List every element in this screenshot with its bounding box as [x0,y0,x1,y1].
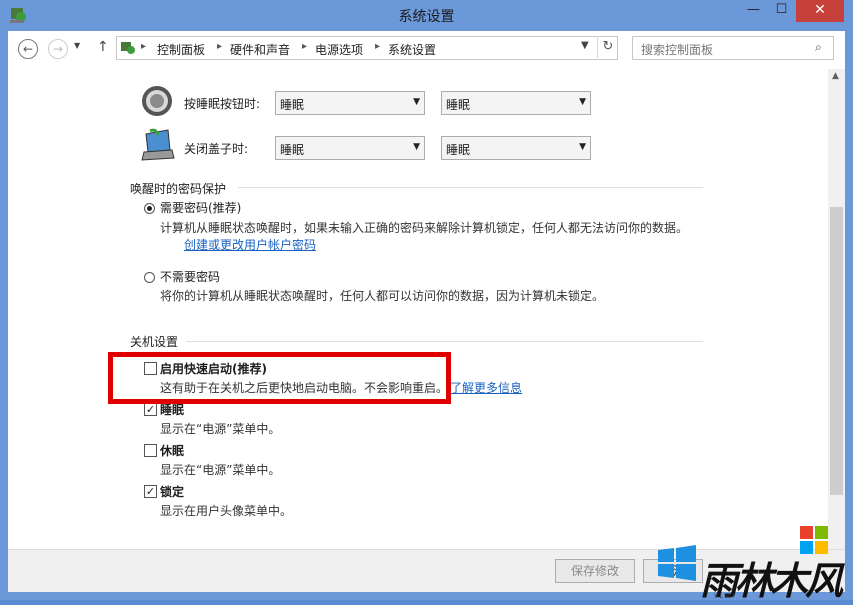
maximize-button[interactable]: ☐ [768,0,795,22]
window-frame: ← → ▼ ↑ ▸ 控制面板 ▸ 硬件和声音 ▸ 电源选项 ▸ 系统设置 ▼ ↻… [8,31,845,592]
address-dropdown-icon[interactable]: ▼ [581,40,589,51]
title-bar[interactable]: 系统设置 — ☐ ✕ [0,0,853,30]
search-box[interactable]: 搜索控制面板 ⌕ [632,36,834,60]
lock-menu-label[interactable]: 锁定 [160,483,184,500]
hibernate-menu-desc: 显示在“电源”菜单中。 [160,463,281,477]
refresh-icon[interactable]: ↻ [597,36,618,58]
address-bar[interactable]: ▸ 控制面板 ▸ 硬件和声音 ▸ 电源选项 ▸ 系统设置 ▼ ↻ [116,36,618,60]
fast-startup-highlight-box [108,352,451,404]
laptop-lid-icon [141,128,175,161]
watermark-logo: 雨林木风 YLMF [652,520,853,603]
watermark-subtext: YLMF [714,593,738,600]
window-title: 系统设置 [398,9,455,25]
sleep-menu-desc: 显示在“电源”菜单中。 [160,422,281,436]
control-panel-icon [121,42,135,54]
sleep-button-icon [142,86,172,116]
breadcrumb-separator-icon: ▸ [217,41,223,52]
select-value: 睡眠 [446,98,471,112]
require-password-desc: 计算机从睡眠状态唤醒时，如果未输入正确的密码来解除计算机锁定，任何人都无法访问你… [160,221,689,235]
forward-button[interactable]: → [48,39,68,59]
breadcrumb-separator-icon: ▸ [302,41,308,52]
no-password-label[interactable]: 不需要密码 [160,268,220,285]
select-value: 睡眠 [280,98,305,112]
close-button[interactable]: ✕ [796,0,844,22]
save-changes-button[interactable]: 保存修改 [555,559,635,583]
lock-menu-desc: 显示在用户头像菜单中。 [160,504,293,518]
select-value: 睡眠 [280,143,305,157]
minimize-button[interactable]: — [740,0,767,22]
section-divider [238,187,703,188]
shutdown-section-title: 关机设置 [130,335,179,349]
close-lid-label: 关闭盖子时: [184,142,249,156]
select-value: 睡眠 [446,143,471,157]
close-lid-plugged-select[interactable]: 睡眠 ▼ [441,136,591,160]
sleep-menu-checkbox[interactable]: ✓ [144,403,157,416]
lock-menu-checkbox[interactable]: ✓ [144,485,157,498]
vertical-scrollbar[interactable]: ▲ [828,69,845,549]
no-password-desc: 将你的计算机从睡眠状态唤醒时，任何人都可以访问你的数据，因为计算机未锁定。 [160,289,605,303]
breadcrumb-power-options[interactable]: 电源选项 [315,41,363,58]
breadcrumb-hardware-sound[interactable]: 硬件和声音 [230,41,290,58]
breadcrumb-separator-icon: ▸ [375,41,381,52]
sleep-button-battery-select[interactable]: 睡眠 ▼ [275,91,425,115]
window: 系统设置 — ☐ ✕ ← → ▼ ↑ ▸ 控制面板 ▸ 硬件和声音 ▸ 电源选项… [0,0,853,600]
hibernate-menu-checkbox[interactable] [144,444,157,457]
require-password-label[interactable]: 需要密码(推荐) [160,199,241,216]
close-lid-battery-select[interactable]: 睡眠 ▼ [275,136,425,160]
breadcrumb-control-panel[interactable]: 控制面板 [157,41,205,58]
breadcrumb-system-settings[interactable]: 系统设置 [388,41,436,58]
scroll-thumb[interactable] [830,207,843,495]
up-button[interactable]: ↑ [97,39,109,55]
sleep-button-label: 按睡眠按钮时: [184,97,261,111]
back-button[interactable]: ← [18,39,38,59]
chevron-down-icon: ▼ [579,97,586,107]
require-password-radio[interactable] [144,203,155,214]
hibernate-menu-label[interactable]: 休眠 [160,442,184,459]
scroll-up-icon[interactable]: ▲ [832,71,839,81]
chevron-down-icon: ▼ [579,142,586,152]
chevron-down-icon: ▼ [413,142,420,152]
search-icon[interactable]: ⌕ [815,40,822,55]
section-divider [186,341,703,342]
chevron-down-icon: ▼ [413,97,420,107]
no-password-radio[interactable] [144,272,155,283]
settings-content: 按睡眠按钮时: 睡眠 ▼ 睡眠 ▼ 关闭盖子时: 睡眠 ▼ 睡眠 ▼ 唤醒时的密… [8,69,845,549]
recent-locations-icon[interactable]: ▼ [74,41,80,50]
navigation-bar: ← → ▼ ↑ ▸ 控制面板 ▸ 硬件和声音 ▸ 电源选项 ▸ 系统设置 ▼ ↻… [8,31,845,69]
sleep-button-plugged-select[interactable]: 睡眠 ▼ [441,91,591,115]
password-section-title: 唤醒时的密码保护 [130,182,227,196]
search-placeholder[interactable]: 搜索控制面板 [641,41,713,58]
change-password-link[interactable]: 创建或更改用户帐户密码 [184,236,316,253]
learn-more-link[interactable]: 了解更多信息 [450,379,522,396]
breadcrumb-separator-icon: ▸ [141,41,147,52]
